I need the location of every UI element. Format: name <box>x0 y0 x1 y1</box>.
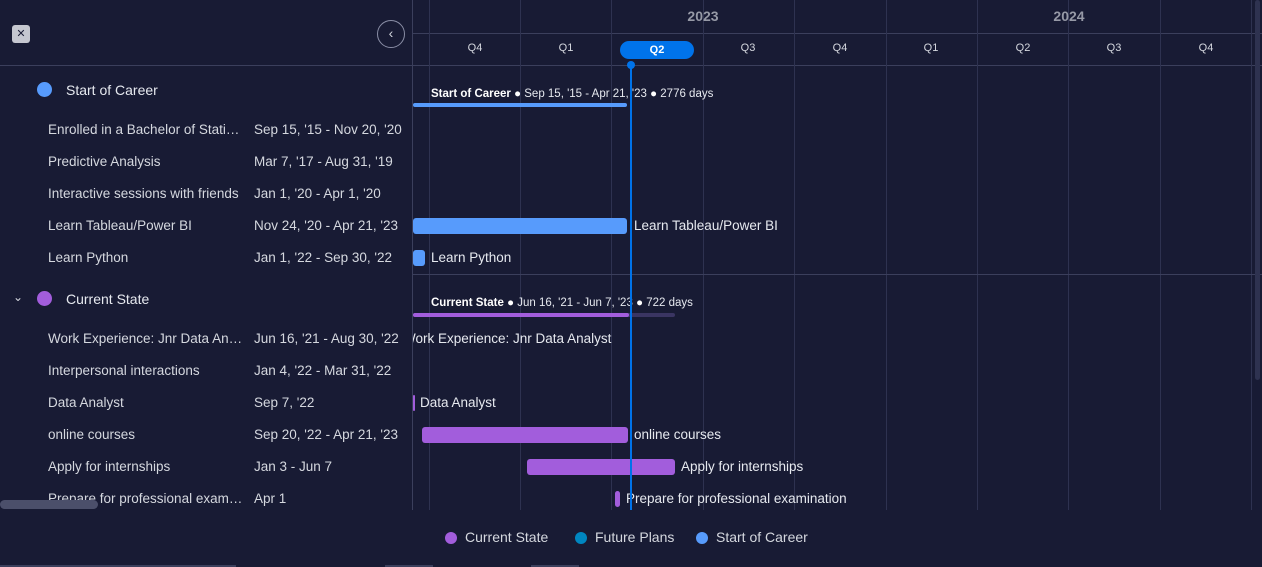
group-summary-label: Current State ● Jun 16, '21 - Jun 7, '23… <box>431 297 693 309</box>
year-label: 2023 <box>687 8 719 24</box>
list-item-name[interactable]: Interactive sessions with friends <box>48 186 244 201</box>
summary-dot-icon: ● <box>514 88 522 100</box>
legend-dot <box>575 532 587 544</box>
summary-days: 2776 days <box>660 88 714 100</box>
summary-dot-icon: ● <box>636 297 644 309</box>
today-marker-dot <box>627 61 635 69</box>
header-divider <box>413 65 1262 66</box>
list-item-dates[interactable]: Jan 1, '22 - Sep 30, '22 <box>254 250 392 265</box>
gantt-bar[interactable] <box>422 427 628 443</box>
list-item-name[interactable]: Data Analyst <box>48 395 244 410</box>
list-item-dates[interactable]: Apr 1 <box>254 491 286 506</box>
list-item-dates[interactable]: Jan 4, '22 - Mar 31, '22 <box>254 363 391 378</box>
group-summary-label: Start of Career ● Sep 15, '15 - Apr 21, … <box>431 88 713 100</box>
gantt-bar-label: online courses <box>634 427 722 442</box>
legend-label: Start of Career <box>716 529 808 545</box>
year-divider <box>413 33 1262 34</box>
summary-dates: Sep 15, '15 - Apr 21, '23 <box>524 88 647 100</box>
horizontal-scrollbar[interactable] <box>0 500 98 509</box>
gantt-bar[interactable] <box>615 491 620 507</box>
group-divider <box>413 274 1262 275</box>
quarter-label: Q3 <box>1106 42 1122 54</box>
summary-dot-icon: ● <box>507 297 515 309</box>
summary-name: Start of Career <box>431 88 511 100</box>
list-item-dates[interactable]: Sep 20, '22 - Apr 21, '23 <box>254 427 398 442</box>
group-title-start-of-career[interactable]: Start of Career <box>66 82 158 98</box>
chevron-left-icon[interactable]: ‹ <box>377 20 405 48</box>
collapse-icon[interactable]: ✕ <box>12 25 30 43</box>
gantt-bar-label: Learn Tableau/Power BI <box>634 218 778 233</box>
summary-dot-icon: ● <box>650 88 658 100</box>
gantt-bar[interactable] <box>413 218 627 234</box>
chevron-down-icon[interactable]: ⌄ <box>13 290 23 304</box>
list-item-name[interactable]: Predictive Analysis <box>48 154 244 169</box>
list-item-dates[interactable]: Sep 7, '22 <box>254 395 314 410</box>
group-summary-bar[interactable] <box>413 313 629 317</box>
gantt-bar-label: Learn Python <box>431 250 512 265</box>
list-item-name[interactable]: online courses <box>48 427 244 442</box>
list-item-dates[interactable]: Jun 16, '21 - Aug 30, '22 <box>254 331 399 346</box>
current-quarter-badge[interactable]: Q2 <box>620 41 694 59</box>
quarter-gridline <box>1068 0 1069 510</box>
group-title-current-state[interactable]: Current State <box>66 291 149 307</box>
list-item-name[interactable]: Enrolled in a Bachelor of Statistics <box>48 122 244 137</box>
list-item-dates[interactable]: Jan 1, '20 - Apr 1, '20 <box>254 186 381 201</box>
vertical-scrollbar[interactable] <box>1255 0 1260 380</box>
list-item-name[interactable]: Apply for internships <box>48 459 244 474</box>
list-item-dates[interactable]: Jan 3 - Jun 7 <box>254 459 332 474</box>
legend-label: Current State <box>465 529 549 545</box>
today-marker-line <box>630 64 632 510</box>
item-list-panel: ✕ ‹ Start of Career Enrolled in a Bachel… <box>0 0 413 510</box>
list-item-dates[interactable]: Nov 24, '20 - Apr 21, '23 <box>254 218 398 233</box>
quarter-label: Q4 <box>832 42 848 54</box>
legend-label: Future Plans <box>595 529 675 545</box>
quarter-label: Q4 <box>467 42 483 54</box>
list-item-dates[interactable]: Sep 15, '15 - Nov 20, '20 <box>254 122 402 137</box>
group-color-dot <box>37 82 52 97</box>
group-summary-bar[interactable] <box>413 103 627 107</box>
gantt-bar[interactable] <box>413 395 415 411</box>
gantt-bar-label: Apply for internships <box>681 459 804 474</box>
quarter-gridline <box>1251 0 1252 510</box>
list-header <box>0 0 412 66</box>
quarter-gridline <box>977 0 978 510</box>
quarter-gridline <box>1160 0 1161 510</box>
gantt-timeline: 2023 2024 Q4 Q1 Q2 Q3 Q4 Q1 Q2 Q3 Q4 Sta… <box>413 0 1262 510</box>
quarter-label: Q1 <box>923 42 939 54</box>
list-item-name[interactable]: Learn Python <box>48 250 244 265</box>
legend-dot <box>696 532 708 544</box>
year-label: 2024 <box>1053 8 1085 24</box>
gantt-bar-label: Work Experience: Jnr Data Analyst <box>413 331 612 346</box>
gantt-bar[interactable] <box>413 250 425 266</box>
list-item-name[interactable]: Interpersonal interactions <box>48 363 244 378</box>
quarter-label: Q4 <box>1198 42 1214 54</box>
summary-days: 722 days <box>646 297 693 309</box>
group-color-dot <box>37 291 52 306</box>
quarter-label: Q2 <box>1015 42 1031 54</box>
legend-dot <box>445 532 457 544</box>
gantt-bar-label: Data Analyst <box>420 395 496 410</box>
list-item-name[interactable]: Learn Tableau/Power BI <box>48 218 244 233</box>
list-item-name[interactable]: Work Experience: Jnr Data Analyst <box>48 331 244 346</box>
gantt-bar-label: Prepare for professional examination <box>626 491 847 506</box>
list-item-dates[interactable]: Mar 7, '17 - Aug 31, '19 <box>254 154 393 169</box>
quarter-gridline <box>794 0 795 510</box>
quarter-gridline <box>886 0 887 510</box>
summary-name: Current State <box>431 297 504 309</box>
quarter-label: Q3 <box>740 42 756 54</box>
gantt-bar[interactable] <box>527 459 675 475</box>
summary-dates: Jun 16, '21 - Jun 7, '23 <box>517 297 633 309</box>
quarter-label: Q1 <box>558 42 574 54</box>
